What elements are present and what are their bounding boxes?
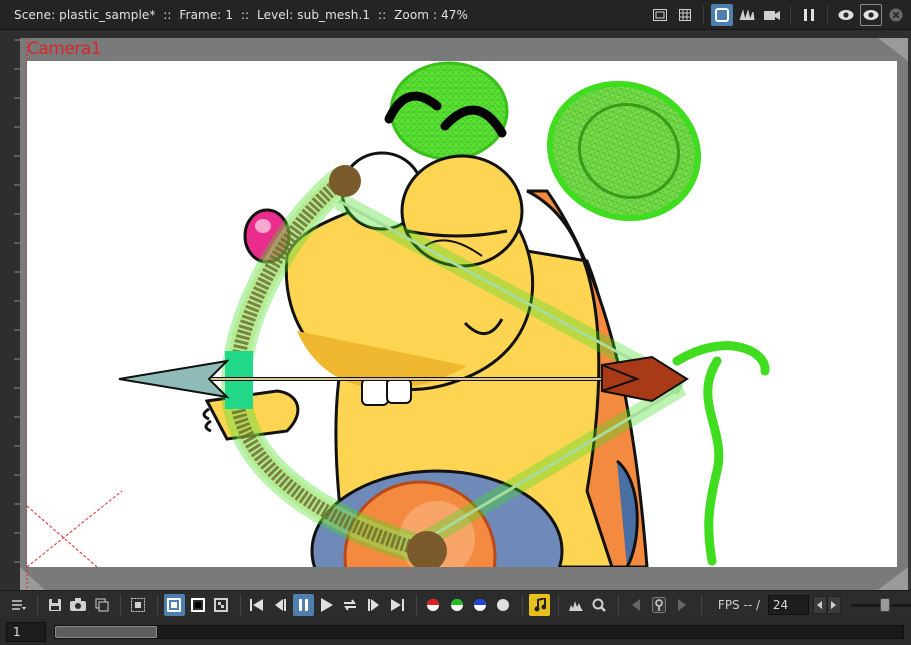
next-frame-icon[interactable] [363,594,384,616]
vertical-ruler[interactable] [0,30,20,590]
magnifier-icon[interactable] [589,594,610,616]
frame-slider-handle[interactable] [55,625,157,638]
sub-camera-preview-icon[interactable] [860,4,882,26]
next-key-icon[interactable] [672,594,693,616]
blue-channel-icon[interactable] [469,594,490,616]
previous-frame-icon[interactable] [270,594,291,616]
separator [239,594,241,615]
separator [703,6,704,24]
fps-label: FPS -- / [717,597,764,612]
checkered-bg-icon[interactable] [210,594,231,616]
horizontal-ruler[interactable] [19,30,911,45]
3d-view-icon[interactable] [736,4,758,26]
last-frame-icon[interactable] [386,594,407,616]
camera-label: Camera1 [27,39,102,59]
frame-slider[interactable] [54,624,904,639]
camera-stage: Camera1 [20,38,908,590]
fps-slider[interactable] [850,594,911,616]
key-icon[interactable] [648,594,669,616]
viewer-title-bar: Scene: plastic_sample* :: Frame: 1 :: Le… [0,0,911,30]
previous-key-icon[interactable] [625,594,646,616]
camera-stand-view-icon[interactable] [711,4,733,26]
first-frame-icon[interactable] [247,594,268,616]
camera-frame[interactable] [27,61,897,567]
close-icon[interactable] [885,4,907,26]
separator [120,594,122,615]
freeze-icon[interactable] [798,4,820,26]
flipconsole-toolbar: FPS -- / 24 [0,590,911,618]
separator [827,6,828,24]
camera-view-icon[interactable] [761,4,783,26]
black-bg-icon[interactable] [187,594,208,616]
separator [790,6,791,24]
viewer-area[interactable]: Camera1 [0,30,911,590]
snapshot-icon[interactable] [68,594,89,616]
viewer-title-toolbar [649,4,907,26]
play-icon[interactable] [316,594,337,616]
fps-stepper[interactable] [812,595,841,614]
increase-icon[interactable] [826,595,841,614]
pause-icon[interactable] [293,593,315,616]
compare-snapshot-icon[interactable] [91,594,112,616]
separator [415,594,417,615]
preview-icon[interactable] [835,4,857,26]
sound-icon[interactable] [529,593,551,616]
separator [558,594,560,615]
fps-field[interactable]: 24 [767,594,809,615]
frame-number-field[interactable]: 1 [6,621,46,642]
loop-icon[interactable] [340,594,361,616]
slider-handle[interactable] [879,597,890,612]
separator [700,594,702,615]
viewer-title: Scene: plastic_sample* :: Frame: 1 :: Le… [14,7,469,22]
separator [618,594,619,615]
safe-area-icon[interactable] [649,4,671,26]
decrease-icon[interactable] [812,595,827,614]
separator [156,594,158,615]
character-artwork [27,61,770,567]
separator [522,594,524,615]
histogram-icon[interactable] [565,594,586,616]
green-channel-icon[interactable] [446,594,467,616]
white-bg-icon[interactable] [163,593,185,616]
frame-bar: 1 [0,618,911,645]
field-guide-icon[interactable] [674,4,696,26]
define-sub-camera-icon[interactable] [127,594,148,616]
red-channel-icon[interactable] [423,594,444,616]
alpha-channel-icon[interactable] [493,594,514,616]
save-icon[interactable] [44,594,65,616]
menu-icon[interactable] [8,594,29,616]
separator [37,594,39,615]
